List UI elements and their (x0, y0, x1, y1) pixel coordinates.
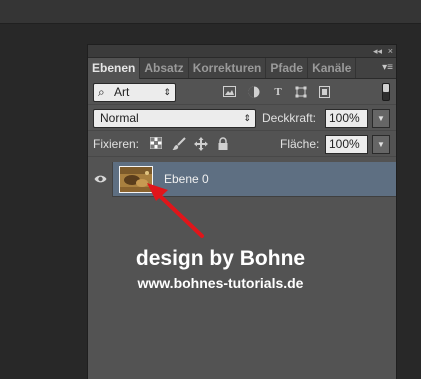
panel-tabs: Ebenen Absatz Korrekturen Pfade Kanäle ▾… (88, 58, 396, 79)
opacity-dropdown-button[interactable]: ▼ (372, 109, 390, 128)
tab-kanaele[interactable]: Kanäle (308, 58, 357, 78)
type-filter-icon[interactable]: T (271, 86, 285, 98)
watermark-url: www.bohnes-tutorials.de (137, 275, 304, 291)
blend-mode-bar: Normal ⇕ Deckkraft: 100% ▼ (88, 105, 396, 131)
lock-transparent-pixels-icon[interactable] (149, 137, 163, 151)
panel-title-bar: ◂◂ × (88, 45, 396, 58)
shape-filter-icon[interactable] (294, 86, 308, 98)
fill-label: Fläche: (280, 137, 320, 151)
layers-list: Ebene 0 design by Bohne www.bohnes-tutor… (88, 162, 396, 379)
lock-bar: Fixieren: Fläche: 100% ▼ (88, 131, 396, 157)
collapse-panel-icon[interactable]: ◂◂ (373, 45, 382, 57)
visibility-toggle[interactable] (88, 162, 113, 197)
updown-arrows-icon: ⇕ (243, 113, 251, 123)
panel-menu-icon[interactable]: ▾≡ (382, 58, 393, 78)
layer-row[interactable]: Ebene 0 (88, 162, 396, 197)
image-filter-icon[interactable] (222, 86, 236, 98)
opacity-field[interactable]: 100% (325, 109, 368, 128)
lock-label: Fixieren: (93, 137, 140, 151)
watermark: design by Bohne www.bohnes-tutorials.de (88, 246, 353, 293)
filter-kind-select[interactable]: ⌕ Art ⇕ (93, 83, 176, 102)
application-bar (0, 0, 421, 24)
fill-field[interactable]: 100% (325, 135, 368, 154)
smart-object-filter-icon[interactable] (317, 86, 331, 98)
blend-mode-select[interactable]: Normal ⇕ (93, 109, 256, 128)
eye-icon (94, 175, 107, 183)
filter-kind-value: Art (114, 85, 130, 99)
close-panel-icon[interactable]: × (388, 45, 393, 57)
blend-mode-value: Normal (100, 111, 139, 125)
tab-korrekturen[interactable]: Korrekturen (189, 58, 267, 78)
fill-dropdown-button[interactable]: ▼ (372, 135, 390, 154)
tab-absatz[interactable]: Absatz (140, 58, 189, 78)
opacity-label: Deckkraft: (262, 111, 317, 125)
layer-name: Ebene 0 (164, 172, 209, 186)
tab-pfade[interactable]: Pfade (266, 58, 309, 78)
filter-toggle-switch[interactable] (382, 83, 390, 101)
adjustment-filter-icon[interactable] (247, 86, 261, 98)
watermark-title: design by Bohne (135, 247, 306, 270)
lock-image-pixels-icon[interactable] (172, 137, 186, 151)
layer-filter-bar: ⌕ Art ⇕ T (88, 79, 396, 105)
search-icon: ⌕ (98, 85, 105, 99)
lock-all-icon[interactable] (216, 137, 230, 151)
tab-ebenen[interactable]: Ebenen (88, 58, 141, 79)
layers-panel: ◂◂ × Ebenen Absatz Korrekturen Pfade Kan… (87, 44, 397, 379)
layer-thumbnail (119, 166, 153, 193)
lock-position-icon[interactable] (194, 137, 208, 151)
updown-arrows-icon: ⇕ (163, 87, 171, 97)
